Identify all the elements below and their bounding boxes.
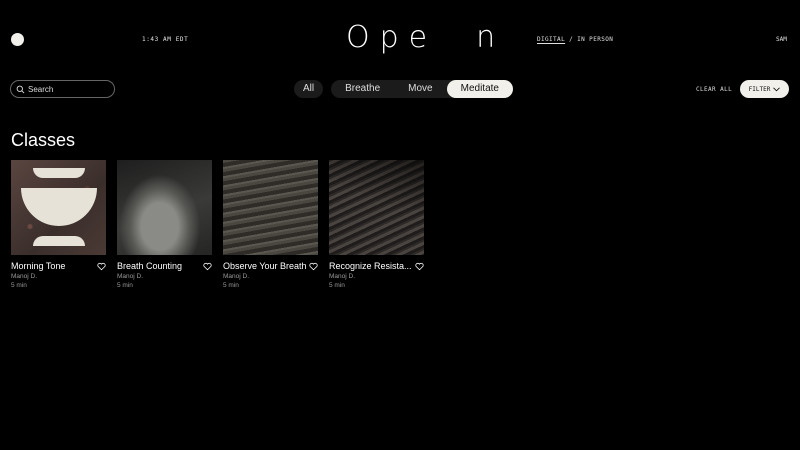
class-thumbnail[interactable]: [11, 160, 106, 255]
class-duration: 5 min: [11, 282, 27, 289]
class-card[interactable]: Observe Your Breath Manoj D. 5 min: [223, 160, 318, 289]
artwork-shape: [21, 188, 97, 226]
logo-dot-icon[interactable]: [11, 33, 24, 46]
heart-icon[interactable]: [203, 262, 212, 271]
card-title-row: Morning Tone: [11, 261, 106, 271]
class-card[interactable]: Recognize Resista... Manoj D. 5 min: [329, 160, 424, 289]
class-duration: 5 min: [329, 282, 345, 289]
class-teacher: Manoj D.: [329, 273, 356, 280]
brand-logo[interactable]: Ope n: [346, 20, 505, 55]
heart-icon[interactable]: [309, 262, 318, 271]
search-input[interactable]: [28, 84, 108, 94]
chevron-down-icon: [773, 86, 781, 91]
class-list: Morning Tone Manoj D. 5 min Breath Count…: [11, 160, 424, 289]
heart-icon[interactable]: [97, 262, 106, 271]
tab-breathe[interactable]: Breathe: [331, 80, 394, 98]
mode-switch: DIGITAL / IN PERSON: [537, 36, 613, 43]
class-duration: 5 min: [223, 282, 239, 289]
category-tabs: All Breathe Move Meditate: [294, 80, 513, 98]
search-box[interactable]: [10, 80, 115, 98]
tab-meditate[interactable]: Meditate: [446, 80, 513, 98]
class-title[interactable]: Observe Your Breath: [223, 261, 307, 271]
section-title: Classes: [11, 130, 76, 150]
tab-move[interactable]: Move: [394, 80, 446, 98]
clear-all-button[interactable]: CLEAR ALL: [696, 86, 732, 93]
card-title-row: Recognize Resista...: [329, 261, 424, 271]
tab-group: Breathe Move Meditate: [331, 80, 513, 98]
class-teacher: Manoj D.: [11, 273, 38, 280]
tab-all[interactable]: All: [294, 80, 324, 98]
class-title[interactable]: Morning Tone: [11, 261, 65, 271]
heart-icon[interactable]: [415, 262, 424, 271]
class-teacher: Manoj D.: [223, 273, 250, 280]
class-duration: 5 min: [117, 282, 133, 289]
mode-in-person-link[interactable]: IN PERSON: [577, 36, 613, 43]
current-time: 1:43 AM EDT: [142, 36, 189, 43]
user-menu[interactable]: SAM: [776, 36, 787, 43]
class-card[interactable]: Breath Counting Manoj D. 5 min: [117, 160, 212, 289]
mode-separator: /: [565, 36, 578, 43]
artwork-shape: [33, 168, 85, 178]
search-icon: [16, 85, 25, 93]
class-thumbnail[interactable]: [329, 160, 424, 255]
class-title[interactable]: Recognize Resista...: [329, 261, 412, 271]
card-title-row: Breath Counting: [117, 261, 212, 271]
class-thumbnail[interactable]: [117, 160, 212, 255]
class-title[interactable]: Breath Counting: [117, 261, 182, 271]
filter-button[interactable]: FILTER: [740, 80, 789, 98]
class-teacher: Manoj D.: [117, 273, 144, 280]
artwork-shape: [33, 236, 85, 246]
card-title-row: Observe Your Breath: [223, 261, 318, 271]
class-thumbnail[interactable]: [223, 160, 318, 255]
mode-digital-link[interactable]: DIGITAL: [537, 36, 565, 43]
class-card[interactable]: Morning Tone Manoj D. 5 min: [11, 160, 106, 289]
filter-label: FILTER: [748, 85, 771, 93]
